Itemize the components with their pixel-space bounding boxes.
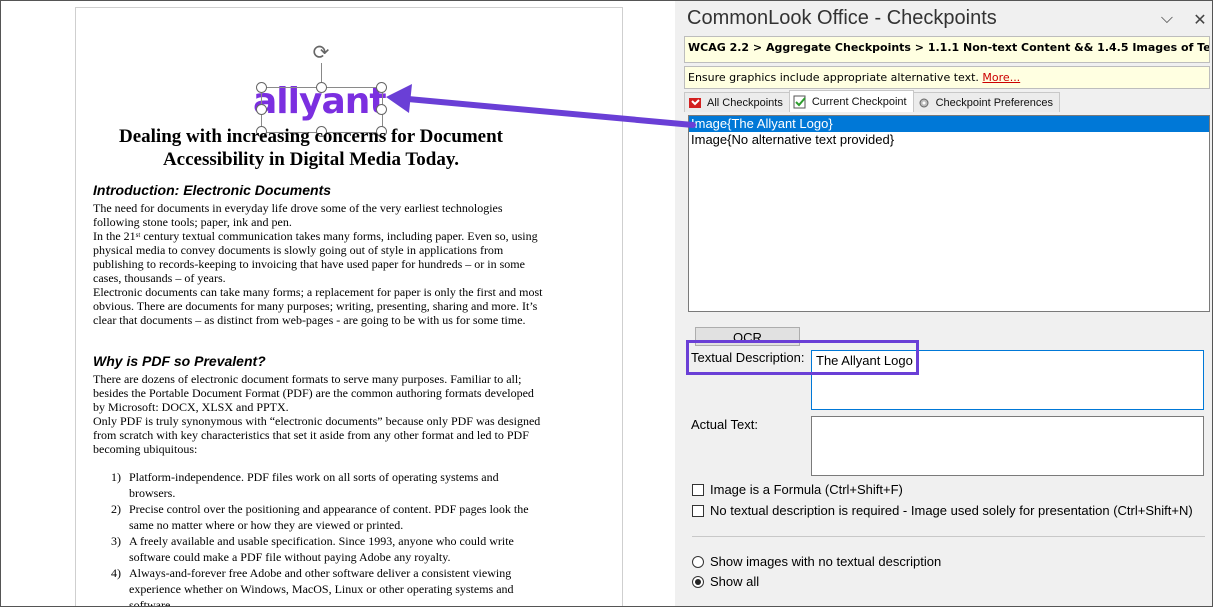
red-flag-icon xyxy=(688,96,702,110)
show-missing-radio[interactable] xyxy=(692,555,704,568)
no-description-checkbox-row[interactable]: No textual description is required - Ima… xyxy=(692,503,1193,518)
intro-paragraph-2: In the 21st century textual communicatio… xyxy=(93,229,543,285)
intro-paragraph-1: The need for documents in everyday life … xyxy=(93,201,503,229)
intro-paragraph-2-start: In the 21 xyxy=(93,229,136,243)
resize-handle-top-right[interactable] xyxy=(376,82,387,93)
superscript-st: st xyxy=(135,231,141,239)
no-description-checkbox-label: No textual description is required - Ima… xyxy=(710,503,1193,518)
checkpoint-breadcrumb: WCAG 2.2 > Aggregate Checkpoints > 1.1.1… xyxy=(684,36,1210,63)
show-missing-radio-label: Show images with no textual description xyxy=(710,554,942,569)
image-list[interactable]: Image{The Allyant Logo} Image{No alterna… xyxy=(688,115,1210,312)
textual-description-field[interactable]: The Allyant Logo xyxy=(811,350,1204,410)
list-number: 1) xyxy=(111,470,121,484)
list-item-image-allyant-logo[interactable]: Image{The Allyant Logo} xyxy=(689,116,1209,132)
list-number: 4) xyxy=(111,566,121,580)
no-description-checkbox[interactable] xyxy=(692,504,704,517)
list-item-text: Always-and-forever free Adobe and other … xyxy=(129,566,514,607)
why-pdf-text: There are dozens of electronic document … xyxy=(93,372,543,456)
panel-title: CommonLook Office - Checkpoints xyxy=(687,7,997,29)
formula-checkbox[interactable] xyxy=(692,483,704,496)
document-title-line1: Dealing with increasing concerns for Doc… xyxy=(118,126,504,147)
section-heading-introduction: Introduction: Electronic Documents xyxy=(93,182,332,198)
resize-handle-left[interactable] xyxy=(256,104,267,115)
show-all-radio[interactable] xyxy=(692,575,704,588)
pdf-paragraph-1: There are dozens of electronic document … xyxy=(93,372,534,414)
resize-handle-right[interactable] xyxy=(376,104,387,115)
checkpoint-tabs: All Checkpoints Current Checkpoint Check… xyxy=(684,90,1061,113)
resize-handle-top-left[interactable] xyxy=(256,82,267,93)
document-title: Dealing with increasing concerns for Doc… xyxy=(101,125,521,171)
rotate-handle-icon[interactable]: ⟳ xyxy=(311,43,331,63)
list-item: 2) Precise control over the positioning a… xyxy=(111,501,531,533)
list-number: 2) xyxy=(111,502,121,516)
list-item-text: A freely available and usable specificat… xyxy=(129,534,514,564)
intro-paragraph-3: Electronic documents can take many forms… xyxy=(93,285,543,327)
more-link[interactable]: More... xyxy=(982,71,1020,84)
close-icon[interactable]: ✕ xyxy=(1190,10,1210,30)
preferences-gear-icon xyxy=(917,96,931,110)
list-item-image-no-alt[interactable]: Image{No alternative text provided} xyxy=(689,132,1209,148)
list-item-text: Platform-independence. PDF files work on… xyxy=(129,470,499,500)
tab-current-checkpoint[interactable]: Current Checkpoint xyxy=(788,90,914,112)
document-title-line2: Accessibility in Digital Media Today. xyxy=(162,149,460,170)
list-number: 3) xyxy=(111,534,121,548)
tab-label: Checkpoint Preferences xyxy=(935,96,1054,109)
formula-checkbox-label: Image is a Formula (Ctrl+Shift+F) xyxy=(710,482,903,497)
textual-description-label: Textual Description: xyxy=(691,350,805,365)
list-item-text: Precise control over the positioning and… xyxy=(129,502,529,532)
list-item: 4) Always-and-forever free Adobe and othe… xyxy=(111,565,531,607)
checkpoints-panel: CommonLook Office - Checkpoints ⌵ ✕ WCAG… xyxy=(675,1,1213,607)
chevron-down-icon[interactable]: ⌵ xyxy=(1157,10,1177,28)
actual-text-label: Actual Text: xyxy=(691,417,758,432)
checkpoint-hint: Ensure graphics include appropriate alte… xyxy=(684,66,1210,89)
pdf-paragraph-2: Only PDF is truly synonymous with “elect… xyxy=(93,414,541,456)
actual-text-field[interactable] xyxy=(811,416,1204,476)
introduction-text: The need for documents in everyday life … xyxy=(93,201,543,327)
hint-text: Ensure graphics include appropriate alte… xyxy=(688,71,983,84)
tab-label: Current Checkpoint xyxy=(811,95,907,108)
list-item: 3) A freely available and usable specific… xyxy=(111,533,531,565)
tab-label: All Checkpoints xyxy=(707,96,783,109)
show-missing-radio-row[interactable]: Show images with no textual description xyxy=(692,554,941,569)
ocr-button[interactable]: OCR xyxy=(695,327,800,346)
show-all-radio-row[interactable]: Show all xyxy=(692,574,759,589)
checkmark-page-icon xyxy=(793,95,807,109)
tab-all-checkpoints[interactable]: All Checkpoints xyxy=(684,92,790,112)
document-canvas: ⟳ allyant Dealing with increasing concer… xyxy=(1,1,675,607)
divider xyxy=(692,536,1205,537)
intro-paragraph-2-end: century textual communication takes many… xyxy=(93,229,538,285)
tab-checkpoint-preferences[interactable]: Checkpoint Preferences xyxy=(912,92,1061,112)
pdf-features-list: 1) Platform-independence. PDF files work … xyxy=(111,469,531,607)
section-heading-why-pdf: Why is PDF so Prevalent? xyxy=(93,353,266,369)
resize-handle-top[interactable] xyxy=(316,82,327,93)
show-all-radio-label: Show all xyxy=(710,574,760,589)
formula-checkbox-row[interactable]: Image is a Formula (Ctrl+Shift+F) xyxy=(692,482,903,497)
list-item: 1) Platform-independence. PDF files work … xyxy=(111,469,531,501)
